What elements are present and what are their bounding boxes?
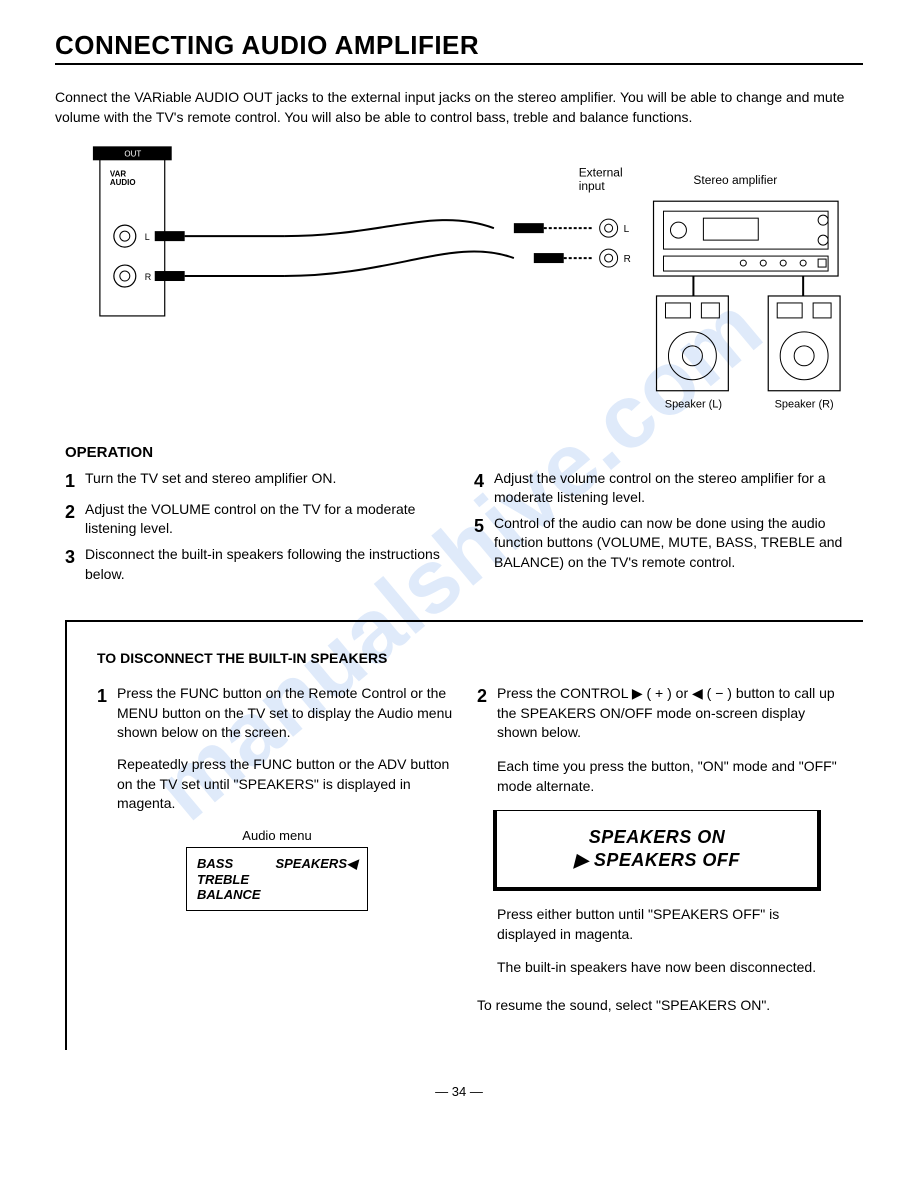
svg-text:Speaker (R): Speaker (R) [775, 398, 834, 410]
step-sub: Repeatedly press the FUNC button or the … [117, 755, 457, 814]
step-text: Press the CONTROL ▶ ( + ) or ◀ ( − ) but… [497, 684, 837, 743]
disconnect-box: TO DISCONNECT THE BUILT-IN SPEAKERS 1Pre… [65, 620, 863, 1049]
svg-text:R: R [145, 272, 152, 282]
disconnect-heading: TO DISCONNECT THE BUILT-IN SPEAKERS [97, 650, 837, 666]
step-number: 1 [65, 469, 85, 494]
menu-item: BASS [197, 856, 233, 872]
operation-steps: 1Turn the TV set and stereo amplifier ON… [55, 465, 863, 591]
step-number: 2 [65, 500, 85, 539]
audio-menu-caption: Audio menu [97, 828, 457, 843]
step-number: 2 [477, 684, 497, 743]
speakers-onoff-display: SPEAKERS ON ▶ SPEAKERS OFF [493, 810, 821, 891]
display-line: ▶ SPEAKERS OFF [497, 850, 817, 871]
step-text: Adjust the volume control on the stereo … [494, 469, 863, 508]
page-number: — 34 — [55, 1084, 863, 1099]
resume-note: To resume the sound, select "SPEAKERS ON… [477, 996, 837, 1016]
audio-menu-display: BASS SPEAKERS◀ TREBLE BALANCE [186, 847, 368, 911]
intro-text: Connect the VARiable AUDIO OUT jacks to … [55, 87, 863, 128]
svg-text:L: L [624, 224, 630, 235]
page-title: CONNECTING AUDIO AMPLIFIER [55, 30, 863, 61]
step-text: Turn the TV set and stereo amplifier ON. [85, 469, 454, 494]
step-text: Control of the audio can now be done usi… [494, 514, 863, 573]
menu-item: SPEAKERS◀ [275, 856, 357, 872]
step-sub: Each time you press the button, "ON" mod… [497, 757, 837, 796]
svg-text:OUT: OUT [124, 149, 141, 158]
title-rule [55, 63, 863, 65]
step-number: 4 [474, 469, 494, 508]
svg-text:Externalinput: Externalinput [579, 165, 623, 193]
step-number: 5 [474, 514, 494, 573]
svg-text:R: R [624, 254, 631, 265]
menu-item: TREBLE [197, 872, 357, 887]
operation-heading: OPERATION [65, 444, 863, 461]
step-sub: The built-in speakers have now been disc… [497, 958, 837, 978]
step-text: Press the FUNC button on the Remote Cont… [117, 684, 457, 743]
svg-text:Speaker (L): Speaker (L) [665, 398, 722, 410]
step-sub: Press either button until "SPEAKERS OFF"… [497, 905, 837, 944]
step-text: Adjust the VOLUME control on the TV for … [85, 500, 454, 539]
menu-item: BALANCE [197, 887, 357, 902]
connection-diagram: OUT VARAUDIO L R L R Externalinput Stere… [55, 146, 863, 426]
svg-text:VARAUDIO: VARAUDIO [110, 169, 136, 187]
svg-text:Stereo amplifier: Stereo amplifier [693, 173, 777, 187]
step-number: 3 [65, 545, 85, 584]
step-text: Disconnect the built-in speakers followi… [85, 545, 454, 584]
step-number: 1 [97, 684, 117, 743]
svg-text:L: L [145, 232, 150, 242]
display-line: SPEAKERS ON [497, 827, 817, 848]
